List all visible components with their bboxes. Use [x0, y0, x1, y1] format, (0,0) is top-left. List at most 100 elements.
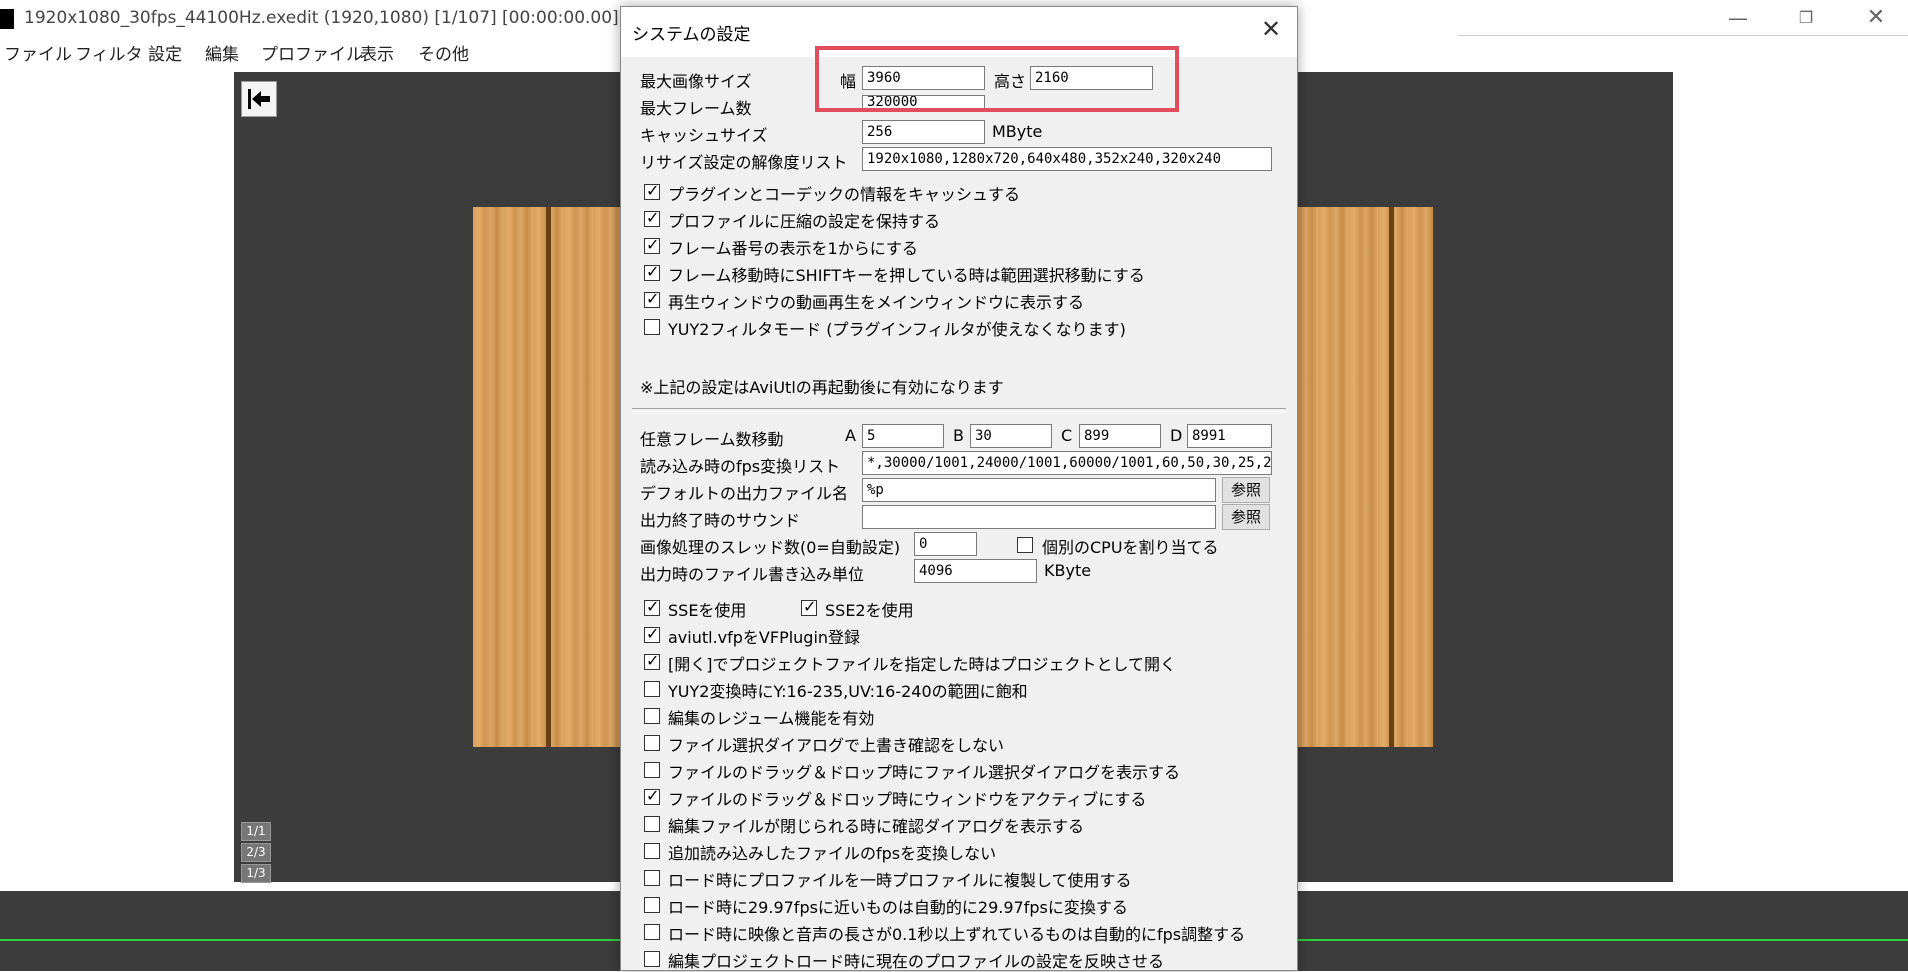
output-name-input[interactable]: %p [862, 478, 1216, 502]
checkbox-label: フレーム移動時にSHIFTキーを押している時は範囲選択移動にする [668, 266, 1145, 285]
checkbox-label: ロード時に29.97fpsに近いものは自動的に29.97fpsに変換する [668, 898, 1128, 917]
dialog-close-button[interactable]: ✕ [1261, 17, 1281, 41]
max-frames-label: 最大フレーム数 [640, 99, 752, 118]
write-unit-label: 出力時のファイル書き込み単位 [640, 565, 865, 584]
frame-move-a-input[interactable]: 5 [862, 424, 944, 448]
checkbox-label: ファイル選択ダイアログで上書き確認をしない [668, 736, 1005, 755]
resize-list-label: リサイズ設定の解像度リスト [640, 153, 848, 172]
checkbox-auto-2997[interactable] [644, 897, 660, 913]
checkbox-label: YUY2変換時にY:16-235,UV:16-240の範囲に飽和 [668, 682, 1028, 701]
zoom-labels: 1/1 2/3 1/3 [241, 822, 271, 885]
minimize-button[interactable]: — [1718, 4, 1758, 32]
cache-size-unit: MByte [992, 122, 1043, 141]
checkbox-label: YUY2フィルタモード (プラグインフィルタが使えなくなります) [668, 320, 1126, 339]
frame-move-key-b: B [953, 426, 964, 445]
menu-edit[interactable]: 編集 [205, 40, 239, 65]
checkbox-label: ロード時に映像と音声の長さが0.1秒以上ずれているものは自動的にfps調整する [668, 925, 1246, 944]
zoom-2-3[interactable]: 2/3 [241, 843, 271, 862]
menu-view[interactable]: 表示 [360, 40, 394, 65]
cache-size-input[interactable]: 256 [862, 120, 985, 144]
plank-gap [546, 207, 551, 747]
frame-move-b-input[interactable]: 30 [970, 424, 1052, 448]
close-window-button[interactable]: ✕ [1856, 4, 1896, 32]
window-title: 1920x1080_30fps_44100Hz.exedit (1920,108… [24, 8, 673, 28]
end-sound-input[interactable] [862, 505, 1216, 529]
checkbox-frame-from-one[interactable] [644, 235, 660, 254]
menu-file[interactable]: ファイル [4, 40, 72, 65]
checkbox-label: 編集プロジェクトロード時に現在のプロファイルの設定を反映させる [668, 952, 1165, 971]
checkbox-yuy2-filter-mode[interactable] [644, 319, 660, 335]
checkbox-label: プロファイルに圧縮の設定を保持する [668, 212, 941, 231]
cache-size-label: キャッシュサイズ [640, 126, 768, 145]
frame-move-key-c: C [1061, 426, 1073, 445]
system-settings-dialog: システムの設定 ✕ 最大画像サイズ 幅 3960 高さ 2160 最大フレーム数… [620, 6, 1298, 971]
threads-input[interactable]: 0 [914, 532, 977, 556]
checkbox-label: フレーム番号の表示を1からにする [668, 239, 918, 258]
checkbox-dnd-file-dialog[interactable] [644, 762, 660, 778]
titlebar-divider [1458, 35, 1908, 36]
menu-settings[interactable]: 設定 [148, 40, 182, 65]
end-sound-label: 出力終了時のサウンド [640, 511, 801, 530]
zoom-1-3[interactable]: 1/3 [241, 864, 271, 883]
checkbox-close-confirm[interactable] [644, 816, 660, 832]
checkbox-sse2[interactable] [801, 597, 817, 616]
checkbox-label: 編集のレジューム機能を有効 [668, 709, 875, 728]
checkbox-shift-range-move[interactable] [644, 262, 660, 281]
checkbox-label: 追加読み込みしたファイルのfpsを変換しない [668, 844, 997, 863]
checkbox-yuy2-saturate[interactable] [644, 681, 660, 697]
restart-note: ※上記の設定はAviUtlの再起動後に有効になります [640, 378, 1004, 397]
frame-move-key-d: D [1170, 426, 1183, 445]
checkbox-keep-compression[interactable] [644, 208, 660, 227]
checkbox-no-fps-convert[interactable] [644, 843, 660, 859]
checkbox-label: aviutl.vfpをVFPlugin登録 [668, 628, 861, 647]
checkbox-label: SSEを使用 [668, 601, 747, 620]
menu-filter[interactable]: フィルタ [75, 40, 143, 65]
checkbox-dnd-activate[interactable] [644, 786, 660, 805]
checkbox-label: 編集ファイルが閉じられる時に確認ダイアログを表示する [668, 817, 1085, 836]
checkbox-apply-profile[interactable] [644, 951, 660, 967]
frame-move-c-input[interactable]: 899 [1079, 424, 1161, 448]
menu-profile[interactable]: プロファイル [261, 40, 363, 65]
checkbox-play-in-main[interactable] [644, 289, 660, 308]
zoom-1-1[interactable]: 1/1 [241, 822, 271, 841]
output-name-browse-button[interactable]: 参照 [1222, 477, 1270, 503]
plank-gap [1389, 207, 1394, 747]
output-name-label: デフォルトの出力ファイル名 [640, 484, 849, 503]
app-icon [0, 9, 14, 29]
max-image-size-label: 最大画像サイズ [640, 72, 752, 91]
highlight-box [815, 46, 1179, 112]
write-unit-unit: KByte [1044, 561, 1092, 580]
checkbox-vfplugin[interactable] [644, 624, 660, 643]
maximize-button[interactable]: ❐ [1786, 4, 1826, 32]
checkbox-label: SSE2を使用 [825, 601, 914, 620]
jump-to-start-icon [248, 89, 270, 109]
checkbox-label: ロード時にプロファイルを一時プロファイルに複製して使用する [668, 871, 1132, 890]
checkbox-label: ファイルのドラッグ＆ドロップ時にウィンドウをアクティブにする [668, 790, 1147, 809]
jump-to-start-button[interactable] [241, 81, 277, 117]
checkbox-label: 個別のCPUを割り当てる [1042, 538, 1219, 557]
fps-list-input[interactable]: *,30000/1001,24000/1001,60000/1001,60,50… [862, 451, 1272, 475]
checkbox-label: [開く]でプロジェクトファイルを指定した時はプロジェクトとして開く [668, 655, 1177, 674]
menu-other[interactable]: その他 [418, 40, 469, 65]
checkbox-temp-profile[interactable] [644, 870, 660, 886]
fps-list-label: 読み込み時のfps変換リスト [640, 457, 841, 476]
checkbox-open-as-project[interactable] [644, 651, 660, 670]
checkbox-no-overwrite-confirm[interactable] [644, 735, 660, 751]
checkbox-cache-plugin-info[interactable] [644, 181, 660, 200]
checkbox-label: プラグインとコーデックの情報をキャッシュする [668, 185, 1021, 204]
separator [632, 408, 1286, 412]
checkbox-sse[interactable] [644, 597, 660, 616]
checkbox-label: 再生ウィンドウの動画再生をメインウィンドウに表示する [668, 293, 1085, 312]
checkbox-individual-cpu[interactable] [1017, 537, 1033, 553]
resize-list-input[interactable]: 1920x1080,1280x720,640x480,352x240,320x2… [862, 147, 1272, 171]
dialog-title: システムの設定 [632, 25, 751, 45]
checkbox-label: ファイルのドラッグ＆ドロップ時にファイル選択ダイアログを表示する [668, 763, 1181, 782]
frame-move-key-a: A [845, 426, 856, 445]
write-unit-input[interactable]: 4096 [914, 559, 1037, 583]
frame-move-label: 任意フレーム数移動 [640, 430, 784, 449]
checkbox-edit-resume[interactable] [644, 708, 660, 724]
threads-label: 画像処理のスレッド数(0=自動設定) [640, 538, 901, 557]
frame-move-d-input[interactable]: 8991 [1187, 424, 1272, 448]
checkbox-auto-fps-adjust[interactable] [644, 924, 660, 940]
end-sound-browse-button[interactable]: 参照 [1222, 504, 1270, 530]
